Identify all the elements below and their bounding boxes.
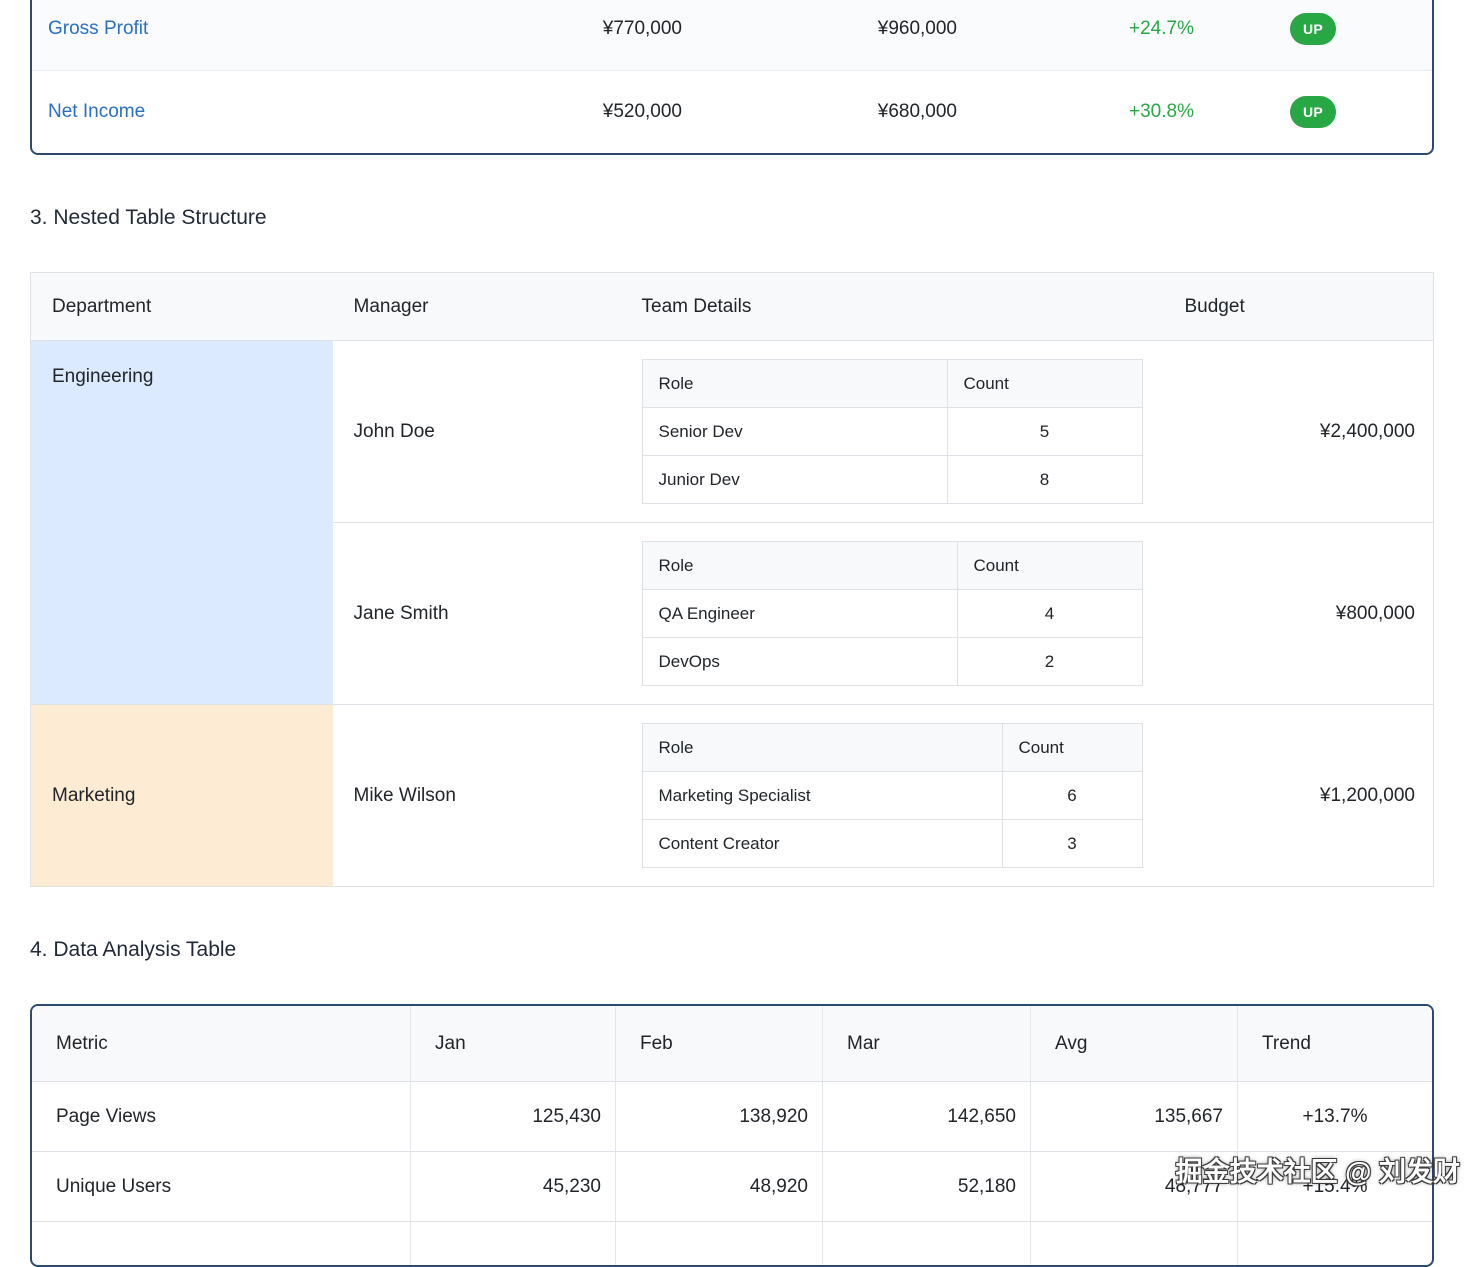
- feb-value-cell: 138,920: [615, 1082, 822, 1151]
- team-details-cell: Role Count Marketing Specialist 6 Conten…: [621, 705, 1164, 887]
- financial-summary-table: Gross Profit ¥770,000 ¥960,000 +24.7% UP…: [30, 0, 1434, 155]
- mar-value-cell: 52,180: [822, 1151, 1030, 1221]
- column-header-mar: Mar: [822, 1006, 1030, 1082]
- table-row: Page Views 125,430 138,920 142,650 135,6…: [32, 1082, 1432, 1151]
- count-cell: 8: [947, 456, 1142, 504]
- metric-cell: Page Views: [32, 1082, 410, 1151]
- role-cell: QA Engineer: [642, 590, 957, 638]
- column-header-avg: Avg: [1030, 1006, 1237, 1082]
- column-header-manager: Manager: [333, 273, 621, 341]
- jan-value-cell: [410, 1221, 615, 1265]
- section-heading-nested-table: 3. Nested Table Structure: [30, 207, 1434, 228]
- trend-cell: [1237, 1221, 1432, 1265]
- inner-header-count: Count: [947, 360, 1142, 408]
- mar-value-cell: [822, 1221, 1030, 1265]
- nested-table: Department Manager Team Details Budget E…: [30, 272, 1434, 887]
- department-cell-engineering: Engineering: [31, 341, 333, 705]
- inner-header-role: Role: [642, 360, 947, 408]
- jan-value-cell: 45,230: [410, 1151, 615, 1221]
- inner-header-row: Role Count: [642, 360, 1142, 408]
- role-cell: Marketing Specialist: [642, 772, 1002, 820]
- inner-header-role: Role: [642, 724, 1002, 772]
- inner-role-table: Role Count Senior Dev 5 Junior Dev 8: [642, 359, 1143, 504]
- avg-value-cell: 135,667: [1030, 1082, 1237, 1151]
- gross-profit-link[interactable]: Gross Profit: [48, 18, 148, 39]
- team-details-cell: Role Count Senior Dev 5 Junior Dev 8: [621, 341, 1164, 523]
- team-details-cell: Role Count QA Engineer 4 DevOps 2: [621, 523, 1164, 705]
- count-cell: 6: [1002, 772, 1142, 820]
- change-percent-cell: +30.8%: [957, 71, 1194, 153]
- trend-badge-cell: UP: [1194, 0, 1432, 71]
- role-cell: DevOps: [642, 638, 957, 686]
- budget-cell: ¥2,400,000: [1164, 341, 1434, 523]
- column-header-department: Department: [31, 273, 333, 341]
- metric-label-cell: Gross Profit: [32, 0, 460, 71]
- trend-badge-cell: UP: [1194, 71, 1432, 153]
- inner-header-role: Role: [642, 542, 957, 590]
- feb-value-cell: 48,920: [615, 1151, 822, 1221]
- inner-row: Senior Dev 5: [642, 408, 1142, 456]
- avg-value-cell: [1030, 1221, 1237, 1265]
- count-cell: 5: [947, 408, 1142, 456]
- net-income-link[interactable]: Net Income: [48, 101, 145, 122]
- inner-row: Marketing Specialist 6: [642, 772, 1142, 820]
- manager-cell: Jane Smith: [333, 523, 621, 705]
- column-header-trend: Trend: [1237, 1006, 1432, 1082]
- value-cell: ¥520,000: [460, 71, 682, 153]
- inner-header-count: Count: [957, 542, 1142, 590]
- inner-role-table: Role Count Marketing Specialist 6 Conten…: [642, 723, 1143, 868]
- budget-cell: ¥800,000: [1164, 523, 1434, 705]
- inner-header-count: Count: [1002, 724, 1142, 772]
- count-cell: 3: [1002, 820, 1142, 868]
- column-header-jan: Jan: [410, 1006, 615, 1082]
- inner-row: DevOps 2: [642, 638, 1142, 686]
- column-header-team-details: Team Details: [621, 273, 1164, 341]
- up-badge: UP: [1290, 96, 1336, 128]
- role-cell: Content Creator: [642, 820, 1002, 868]
- table-row: Marketing Mike Wilson Role Count Marketi…: [31, 705, 1434, 887]
- inner-row: Junior Dev 8: [642, 456, 1142, 504]
- inner-header-row: Role Count: [642, 724, 1142, 772]
- data-analysis-table: Metric Jan Feb Mar Avg Trend Page Views …: [30, 1004, 1434, 1267]
- column-header-budget: Budget: [1164, 273, 1434, 341]
- column-header-metric: Metric: [32, 1006, 410, 1082]
- table-header-row: Department Manager Team Details Budget: [31, 273, 1434, 341]
- section-heading-data-analysis: 4. Data Analysis Table: [30, 939, 1434, 960]
- value-cell: ¥770,000: [460, 0, 682, 71]
- mar-value-cell: 142,650: [822, 1082, 1030, 1151]
- manager-cell: John Doe: [333, 341, 621, 523]
- feb-value-cell: [615, 1221, 822, 1265]
- count-cell: 2: [957, 638, 1142, 686]
- jan-value-cell: 125,430: [410, 1082, 615, 1151]
- count-cell: 4: [957, 590, 1142, 638]
- metric-label-cell: Net Income: [32, 71, 460, 153]
- site-watermark: 掘金技术社区 @ 刘发财: [1176, 1150, 1460, 1189]
- metric-cell: [32, 1221, 410, 1265]
- role-cell: Senior Dev: [642, 408, 947, 456]
- table-row-partial: [32, 1221, 1432, 1265]
- change-percent-cell: +24.7%: [957, 0, 1194, 71]
- inner-role-table: Role Count QA Engineer 4 DevOps 2: [642, 541, 1143, 686]
- metric-cell: Unique Users: [32, 1151, 410, 1221]
- column-header-feb: Feb: [615, 1006, 822, 1082]
- role-cell: Junior Dev: [642, 456, 947, 504]
- page-content: Gross Profit ¥770,000 ¥960,000 +24.7% UP…: [0, 0, 1468, 1267]
- department-cell-marketing: Marketing: [31, 705, 333, 887]
- table-row: Gross Profit ¥770,000 ¥960,000 +24.7% UP: [32, 0, 1432, 71]
- inner-header-row: Role Count: [642, 542, 1142, 590]
- inner-row: Content Creator 3: [642, 820, 1142, 868]
- manager-cell: Mike Wilson: [333, 705, 621, 887]
- budget-cell: ¥1,200,000: [1164, 705, 1434, 887]
- trend-cell: +13.7%: [1237, 1082, 1432, 1151]
- table-row: Net Income ¥520,000 ¥680,000 +30.8% UP: [32, 71, 1432, 153]
- table-header-row: Metric Jan Feb Mar Avg Trend: [32, 1006, 1432, 1082]
- value-cell: ¥680,000: [682, 71, 957, 153]
- table-row: Engineering John Doe Role Count Senior D…: [31, 341, 1434, 523]
- inner-row: QA Engineer 4: [642, 590, 1142, 638]
- up-badge: UP: [1290, 13, 1336, 45]
- value-cell: ¥960,000: [682, 0, 957, 71]
